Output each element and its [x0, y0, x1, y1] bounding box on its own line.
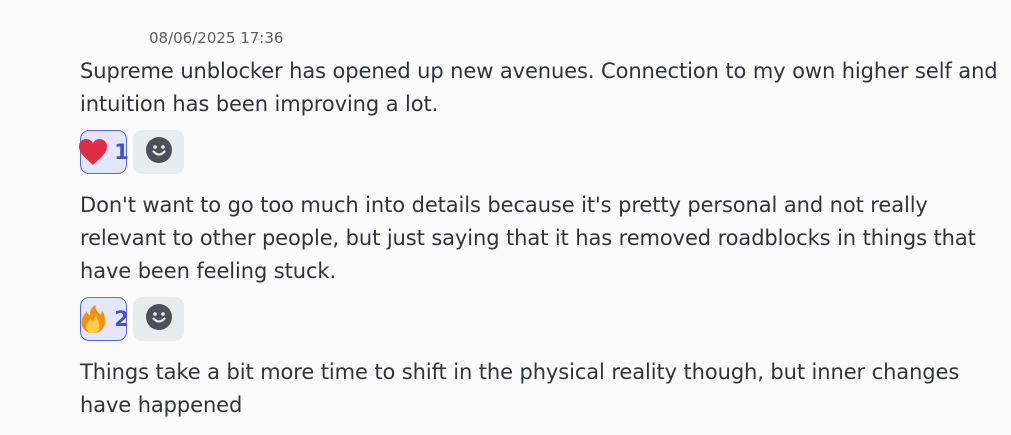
message-content: Don't want to go too much into details b…	[80, 193, 976, 283]
reaction-fire[interactable]: 2	[78, 297, 129, 341]
reaction-count: 2	[114, 307, 129, 331]
add-reaction-button[interactable]	[133, 297, 184, 341]
message-content: Supreme unblocker has opened up new aven…	[80, 59, 998, 116]
heart-emoji-icon	[78, 138, 108, 166]
smiley-add-icon	[145, 304, 172, 334]
add-reaction-button[interactable]	[133, 130, 184, 174]
message-content: Things take a bit more time to shift in …	[80, 360, 960, 417]
fire-emoji-icon	[78, 304, 108, 334]
message-timestamp[interactable]: 08/06/2025 17:36	[149, 29, 283, 47]
reaction-bar: 1	[78, 130, 184, 174]
smiley-add-icon	[145, 137, 172, 167]
reaction-count: 1	[114, 140, 129, 164]
reaction-heart[interactable]: 1	[78, 130, 129, 174]
reaction-bar: 2	[80, 297, 184, 341]
